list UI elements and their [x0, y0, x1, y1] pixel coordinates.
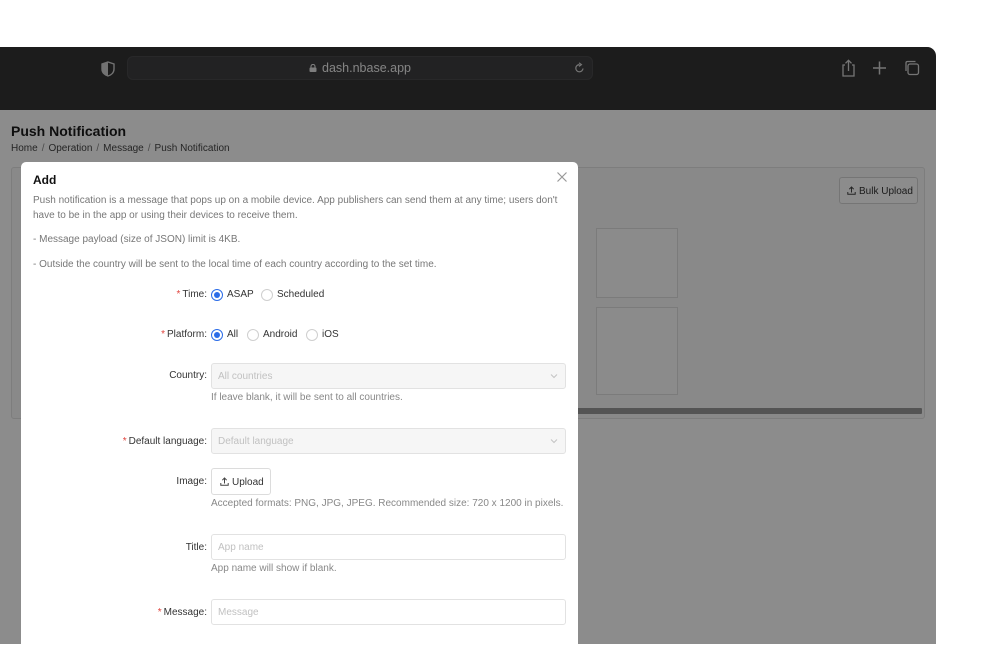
- platform-android-radio[interactable]: [247, 329, 259, 341]
- close-icon[interactable]: [556, 171, 568, 183]
- country-placeholder: All countries: [218, 371, 273, 382]
- country-select[interactable]: All countries: [211, 363, 566, 389]
- time-label: * Time:: [176, 289, 207, 300]
- time-scheduled-label[interactable]: Scheduled: [277, 289, 324, 300]
- modal-title: Add: [33, 173, 57, 187]
- default-language-placeholder: Default language: [218, 436, 294, 447]
- time-scheduled-radio[interactable]: [261, 289, 273, 301]
- title-input[interactable]: App name: [211, 534, 566, 560]
- upload-icon: [220, 477, 229, 486]
- chevron-down-icon: [550, 439, 558, 444]
- platform-label: * Platform:: [161, 329, 207, 340]
- country-time-note: - Outside the country will be sent to th…: [33, 259, 437, 270]
- add-push-modal: Add Push notification is a message that …: [21, 162, 578, 662]
- platform-all-radio[interactable]: [211, 329, 223, 341]
- upload-label: Upload: [232, 477, 264, 488]
- modal-description: Push notification is a message that pops…: [33, 195, 558, 221]
- platform-all-label[interactable]: All: [227, 329, 238, 340]
- payload-note: - Message payload (size of JSON) limit i…: [33, 234, 241, 245]
- time-asap-radio[interactable]: [211, 289, 223, 301]
- chevron-down-icon: [550, 374, 558, 379]
- title-placeholder: App name: [218, 542, 264, 553]
- message-label: * Message:: [157, 607, 207, 618]
- platform-ios-radio[interactable]: [306, 329, 318, 341]
- default-language-label: * Default language:: [122, 436, 207, 447]
- image-label: Image:: [176, 476, 207, 487]
- country-label: Country:: [169, 370, 207, 381]
- message-placeholder: Message: [218, 607, 259, 618]
- image-hint: Accepted formats: PNG, JPG, JPEG. Recomm…: [211, 498, 564, 509]
- platform-android-label[interactable]: Android: [263, 329, 297, 340]
- title-label: Title:: [185, 542, 207, 553]
- image-upload-button[interactable]: Upload: [211, 468, 271, 495]
- platform-ios-label[interactable]: iOS: [322, 329, 339, 340]
- country-hint: If leave blank, it will be sent to all c…: [211, 392, 403, 403]
- title-hint: App name will show if blank.: [211, 563, 337, 574]
- default-language-select[interactable]: Default language: [211, 428, 566, 454]
- time-asap-label[interactable]: ASAP: [227, 289, 254, 300]
- message-input[interactable]: Message: [211, 599, 566, 625]
